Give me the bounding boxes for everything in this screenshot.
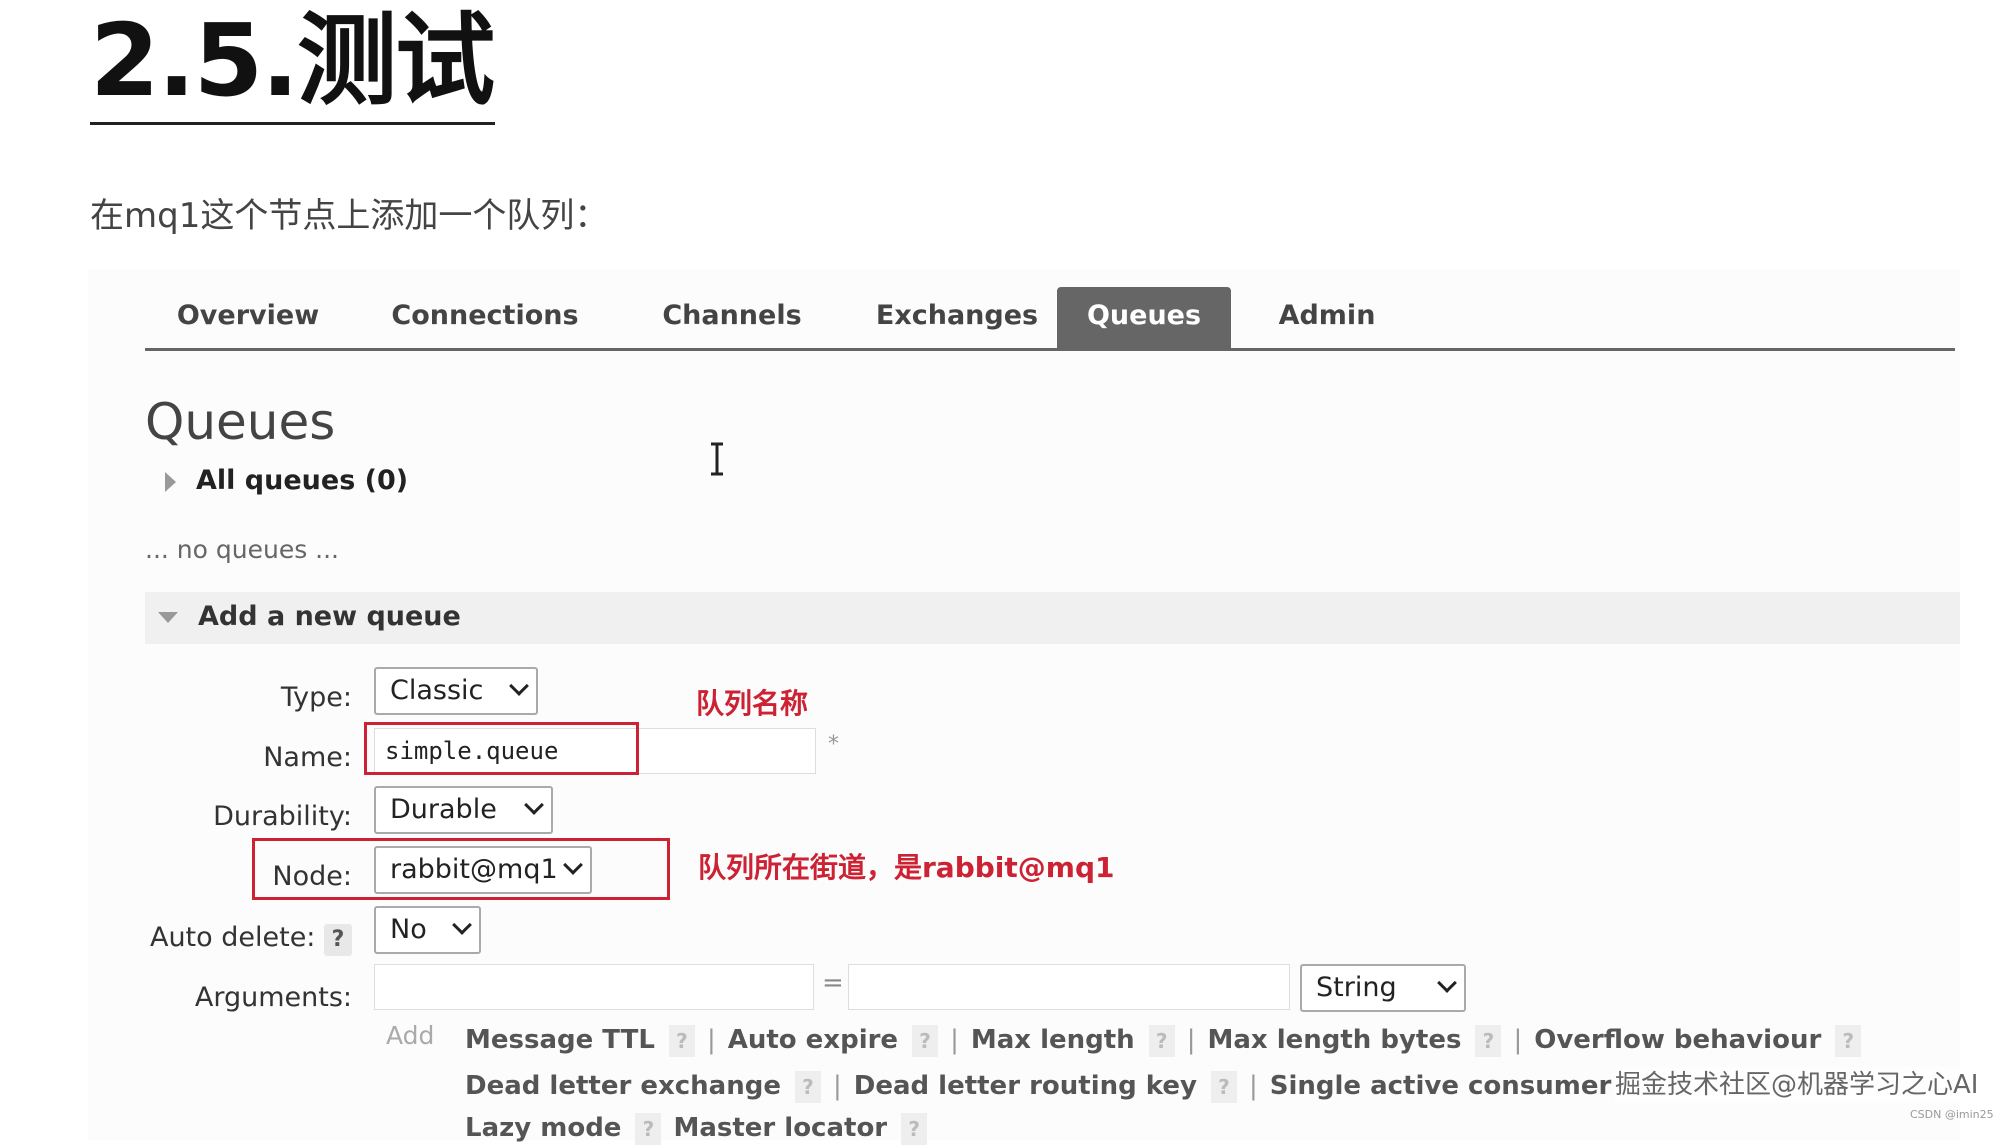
expand-arrow-icon	[165, 471, 176, 492]
type-select-value: Classic	[390, 675, 484, 706]
chevron-down-icon	[452, 915, 472, 935]
auto-delete-select-value: No	[390, 914, 427, 945]
auto-delete-help-icon[interactable]: ?	[324, 924, 352, 956]
help-icon[interactable]: ?	[794, 1070, 821, 1103]
auto-delete-label: Auto delete:	[149, 922, 316, 953]
help-icon[interactable]: ?	[1148, 1024, 1175, 1057]
tab-overview[interactable]: Overview	[163, 287, 333, 348]
node-highlight-box	[252, 838, 670, 900]
add-queue-label: Add a new queue	[198, 601, 461, 632]
option-overflow-behaviour[interactable]: Overflow behaviour	[1534, 1025, 1821, 1055]
option-single-active-consumer[interactable]: Single active consumer	[1270, 1071, 1612, 1101]
chevron-down-icon	[524, 795, 544, 815]
required-mark: *	[828, 732, 839, 757]
nav-tabs: Overview Connections Channels Exchanges …	[145, 287, 1955, 351]
option-max-length-bytes[interactable]: Max length bytes	[1207, 1025, 1461, 1055]
argument-key-input[interactable]	[374, 964, 814, 1010]
help-icon[interactable]: ?	[635, 1112, 662, 1145]
option-dead-letter-exchange[interactable]: Dead letter exchange	[465, 1071, 781, 1101]
add-argument-button[interactable]: Add	[386, 1016, 434, 1056]
text-cursor-icon	[711, 442, 723, 476]
option-lazy-mode[interactable]: Lazy mode	[465, 1113, 621, 1143]
page-title: Queues	[145, 393, 336, 451]
option-max-length[interactable]: Max length	[971, 1025, 1135, 1055]
durability-select-value: Durable	[390, 794, 497, 825]
argument-type-select-value: String	[1316, 972, 1397, 1003]
option-dead-letter-routing-key[interactable]: Dead letter routing key	[854, 1071, 1197, 1101]
doc-description: 在mq1这个节点上添加一个队列：	[90, 196, 609, 236]
name-annotation: 队列名称	[696, 687, 809, 720]
help-icon[interactable]: ?	[1475, 1024, 1502, 1057]
argument-options-row-2: Dead letter exchange? | Dead letter routin…	[465, 1070, 1612, 1103]
name-highlight-box	[364, 722, 639, 775]
arguments-label: Arguments:	[194, 982, 352, 1013]
tab-connections[interactable]: Connections	[375, 287, 595, 348]
collapse-arrow-icon	[158, 612, 178, 623]
no-queues-text: ... no queues ...	[145, 535, 340, 564]
tab-channels[interactable]: Channels	[638, 287, 826, 348]
chevron-down-icon	[1437, 973, 1457, 993]
node-annotation: 队列所在街道，是rabbit@mq1	[698, 851, 1115, 884]
durability-label: Durability:	[213, 801, 352, 832]
all-queues-toggle[interactable]: All queues (0)	[165, 460, 408, 502]
help-icon[interactable]: ?	[912, 1024, 939, 1057]
help-icon[interactable]: ?	[668, 1024, 695, 1057]
auto-delete-label-row: Auto delete: ?	[112, 918, 352, 958]
all-queues-label: All queues (0)	[196, 465, 409, 496]
doc-title: 2.5.测试	[90, 0, 495, 125]
tab-exchanges[interactable]: Exchanges	[857, 287, 1057, 348]
option-auto-expire[interactable]: Auto expire	[728, 1025, 898, 1055]
chevron-down-icon	[509, 676, 529, 696]
equals-sign: =	[822, 968, 844, 998]
option-master-locator[interactable]: Master locator	[673, 1113, 887, 1143]
watermark: 掘金技术社区@机器学习之心AI	[1615, 1067, 1979, 1103]
tab-admin[interactable]: Admin	[1263, 287, 1391, 348]
auto-delete-select[interactable]: No	[374, 906, 481, 954]
name-label: Name:	[263, 742, 352, 773]
argument-options-row-3: Lazy mode? Master locator?	[465, 1108, 939, 1148]
type-label: Type:	[280, 682, 352, 713]
help-icon[interactable]: ?	[1210, 1070, 1237, 1103]
help-icon[interactable]: ?	[1835, 1024, 1862, 1057]
add-queue-toggle[interactable]: Add a new queue	[158, 596, 461, 638]
watermark-small: CSDN @imin25	[1910, 1108, 1994, 1121]
durability-select[interactable]: Durable	[374, 786, 553, 834]
argument-options-row-1: Message TTL? | Auto expire? | Max length? | Ma…	[465, 1020, 1873, 1060]
tab-queues[interactable]: Queues	[1057, 287, 1231, 348]
argument-value-input[interactable]	[848, 964, 1290, 1010]
help-icon[interactable]: ?	[901, 1112, 928, 1145]
type-select[interactable]: Classic	[374, 667, 538, 715]
argument-type-select[interactable]: String	[1300, 964, 1466, 1012]
option-message-ttl[interactable]: Message TTL	[465, 1025, 655, 1055]
